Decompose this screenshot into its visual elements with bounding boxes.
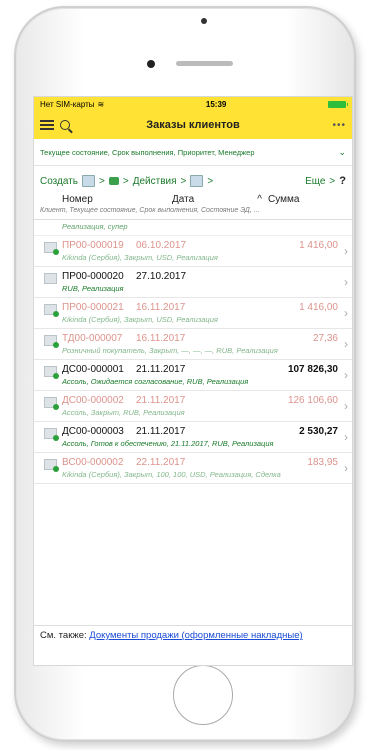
chevron-right-icon: ›	[344, 430, 348, 444]
order-number: ДС00-000001	[62, 364, 124, 375]
column-headers: Номер Дата ^ Сумма	[34, 192, 352, 207]
battery-icon	[328, 100, 348, 108]
table-row[interactable]: ДС00-000001 21.11.2017 107 826,30 Ассоль, …	[34, 360, 352, 391]
filter-bar[interactable]: Текущее состояние, Срок выполнения, Прио…	[34, 139, 352, 166]
document-icon	[44, 242, 59, 255]
carrier-label: Нет SIM-карты	[40, 99, 95, 109]
order-details: Розничный покупатель, Закрыт, —, —, —, R…	[62, 346, 278, 355]
sales-documents-link[interactable]: Документы продажи (оформленные накладные…	[89, 630, 302, 641]
report-arrow: >	[207, 175, 214, 187]
table-row[interactable]: ВС00-000002 22.11.2017 183,95 Kikinda (Сер…	[34, 453, 352, 484]
order-date: 16.11.2017	[136, 302, 186, 313]
more-options-icon[interactable]: •••	[332, 120, 346, 131]
order-date: 06.10.2017	[136, 240, 187, 251]
order-details: Kikinda (Сербия), Закрыт, USD, Реализаци…	[62, 315, 218, 324]
table-row[interactable]: ПР00-000021 16.11.2017 1 416,00 Kikinda (С…	[34, 298, 352, 329]
wifi-icon: ≋	[97, 99, 105, 109]
help-button[interactable]: ?	[339, 175, 346, 187]
earpiece-speaker	[176, 61, 233, 66]
toolbar: Создать > > Действия > > Еще > ?	[34, 170, 352, 192]
print-arrow: >	[122, 175, 129, 187]
order-date: 22.11.2017	[136, 457, 186, 468]
create-arrow: >	[99, 175, 105, 187]
column-number[interactable]: Номер	[62, 194, 172, 207]
table-row[interactable]: ПР00-000019 06.10.2017 1 416,00 Kikinda (С…	[34, 236, 352, 267]
chevron-right-icon: ›	[344, 337, 348, 351]
report-icon[interactable]	[190, 175, 204, 187]
order-sum: 126 106,60	[287, 395, 338, 406]
chevron-right-icon: ›	[344, 244, 348, 258]
order-number: ПР00-000019	[62, 240, 124, 251]
table-row[interactable]: ТД00-000007 16.11.2017 27,36 Розничный пок…	[34, 329, 352, 360]
printer-icon[interactable]	[108, 177, 119, 185]
chevron-down-icon[interactable]: ⌄	[338, 147, 346, 158]
more-arrow: >	[329, 175, 336, 187]
order-details: Kikinda (Сербия), Закрыт, 100, 100, USD,…	[62, 470, 281, 479]
order-details: Kikinda (Сербия), Закрыт, USD, Реализаци…	[62, 253, 218, 262]
order-sum: 2 530,27	[299, 426, 338, 437]
create-button[interactable]: Создать	[40, 176, 78, 187]
list-item-partial[interactable]: Реализация, супер	[34, 220, 352, 236]
column-subheader: Клиент, Текущее состояние, Срок выполнен…	[34, 207, 352, 220]
order-sum: 107 826,30	[287, 364, 338, 375]
order-list: ПР00-000019 06.10.2017 1 416,00 Kikinda (С…	[34, 236, 352, 484]
status-bar: Нет SIM-карты ≋ 15:39	[34, 97, 352, 111]
clock: 15:39	[205, 99, 227, 109]
chevron-right-icon: ›	[344, 399, 348, 413]
order-sum: 27,36	[312, 333, 338, 344]
order-sum: 183,95	[307, 457, 338, 468]
column-date[interactable]: Дата	[172, 194, 194, 207]
front-camera	[147, 60, 155, 68]
table-row[interactable]: ДС00-000003 21.11.2017 2 530,27 Ассоль, Го…	[34, 422, 352, 453]
filter-text: Текущее состояние, Срок выполнения, Прио…	[40, 147, 255, 157]
chevron-right-icon: ›	[344, 275, 348, 289]
order-details: Ассоль, Закрыт, RUB, Реализация	[62, 408, 185, 417]
see-also-footer: См. также: Документы продажи (оформленны…	[34, 625, 352, 665]
document-icon	[44, 304, 59, 317]
order-sum: 1 416,00	[299, 240, 338, 251]
actions-button[interactable]: Действия	[133, 176, 177, 187]
hamburger-menu-icon[interactable]	[40, 120, 54, 130]
order-sum: 1 416,00	[299, 302, 338, 313]
front-sensor	[201, 18, 207, 24]
document-icon	[44, 397, 59, 410]
chevron-right-icon: ›	[344, 368, 348, 382]
home-button[interactable]	[173, 665, 233, 725]
app-screen: Нет SIM-карты ≋ 15:39 Заказы клиентов ••…	[33, 96, 353, 666]
order-number: ПР00-000020	[62, 271, 124, 282]
order-date: 21.11.2017	[136, 395, 186, 406]
chevron-right-icon: ›	[344, 306, 348, 320]
column-sum[interactable]: Сумма	[268, 194, 299, 207]
order-details: Ассоль, Готов к обеспечению, 21.11.2017,…	[62, 439, 274, 448]
order-date: 21.11.2017	[136, 364, 186, 375]
order-date: 27.10.2017	[136, 271, 187, 282]
order-details: Ассоль, Ожидается согласование, RUB, Реа…	[62, 377, 249, 386]
more-button[interactable]: Еще	[305, 176, 325, 187]
order-details: RUB, Реализация	[62, 284, 124, 293]
order-number: ПР00-000021	[62, 302, 124, 313]
order-date: 21.11.2017	[136, 426, 186, 437]
table-row[interactable]: ДС00-000002 21.11.2017 126 106,60 Ассоль, …	[34, 391, 352, 422]
actions-arrow: >	[180, 175, 187, 187]
order-date: 16.11.2017	[136, 333, 186, 344]
order-number: ВС00-000002	[62, 457, 124, 468]
document-icon	[44, 459, 59, 472]
title-bar: Заказы клиентов •••	[34, 111, 352, 139]
order-number: ДС00-000002	[62, 395, 124, 406]
table-row[interactable]: ПР00-000020 27.10.2017 RUB, Реализация ›	[34, 267, 352, 298]
chevron-right-icon: ›	[344, 461, 348, 475]
document-icon[interactable]	[82, 175, 96, 187]
page-title: Заказы клиентов	[146, 119, 240, 131]
see-also-label: См. также:	[40, 630, 87, 641]
document-icon	[44, 428, 59, 441]
document-icon	[44, 273, 57, 284]
document-icon	[44, 335, 59, 348]
sort-asc-icon[interactable]: ^	[257, 194, 262, 207]
search-icon[interactable]	[60, 120, 70, 130]
order-number: ДС00-000003	[62, 426, 124, 437]
order-number: ТД00-000007	[62, 333, 123, 344]
document-icon	[44, 366, 59, 379]
